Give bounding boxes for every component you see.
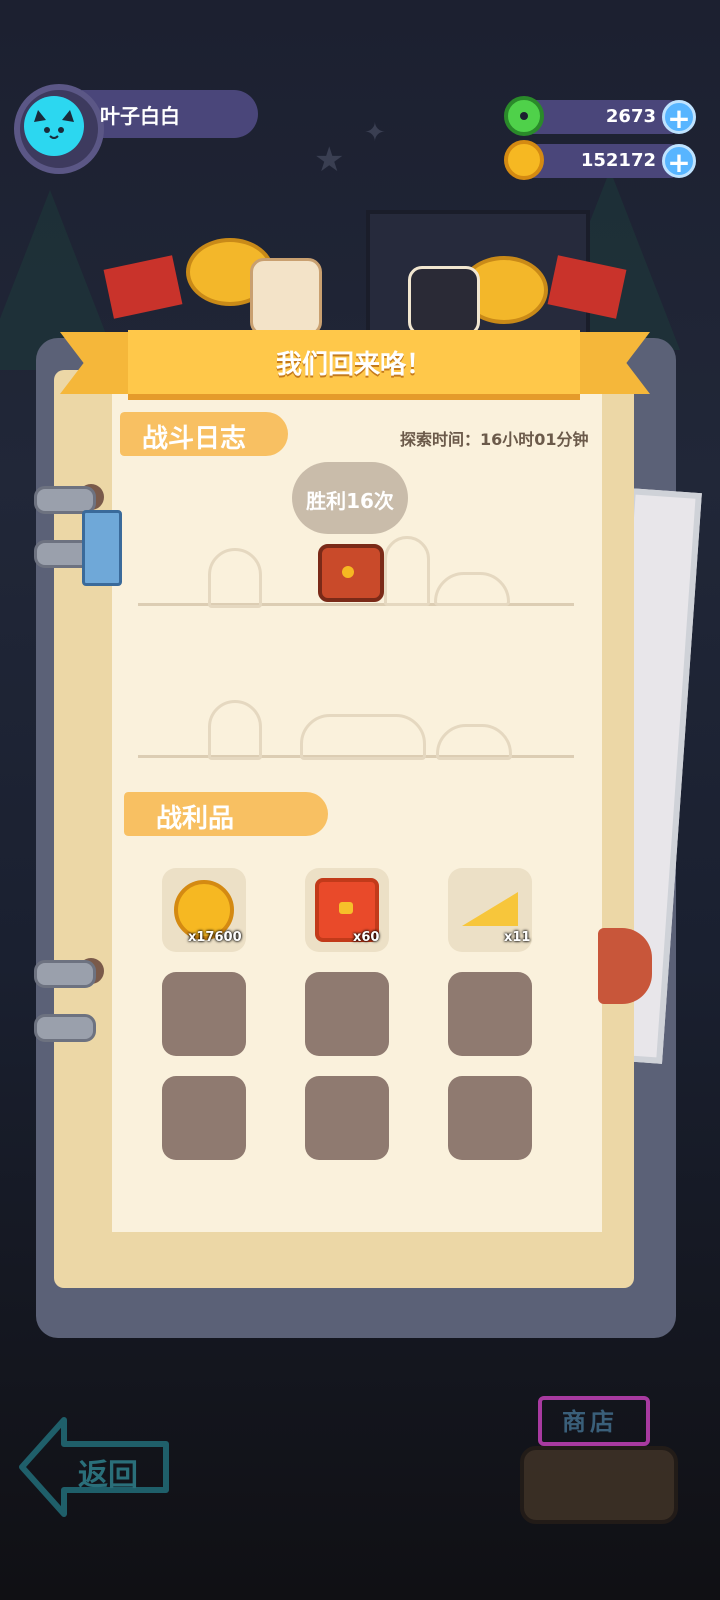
loot-slot[interactable]: x11 [448,868,532,952]
star-icon: ✦ [364,118,386,148]
empty-loot-slot [305,972,389,1056]
explore-time: 探索时间：16小时01分钟 [400,430,589,449]
cat-avatar-icon[interactable] [24,96,84,156]
loot-slot[interactable]: x17600 [162,868,246,952]
battle-log-label: 战斗日志 [142,424,247,454]
shop-cart-icon[interactable] [520,1446,678,1524]
binder-ring [34,1014,96,1042]
shop-label: 商店 [562,1408,618,1436]
donut-count: 2673 [605,106,656,127]
empty-loot-slot [162,972,246,1056]
star-icon: ★ [314,140,345,180]
loot-quantity: x11 [504,930,531,945]
cat-musician-icon [408,266,480,336]
back-label: 返回 [78,1458,138,1493]
empty-loot-slot [448,972,532,1056]
bush-doodle [208,548,262,608]
banner-title: 我们回来咯！ [275,350,432,380]
empty-loot-slot [162,1076,246,1160]
add-coin-button[interactable]: + [662,144,696,179]
bookmark-tab [598,928,652,1004]
victory-count: 胜利16次 [306,489,394,513]
bush-doodle [384,536,430,606]
bush-doodle [208,700,262,760]
cheese-icon [462,892,518,926]
loot-quantity: x17600 [188,930,242,945]
cat-musician-icon [250,258,322,336]
bush-doodle [300,714,426,760]
player-name: 叶子白白 [100,104,180,128]
paper-clip-icon [82,510,122,586]
coin-count: 152172 [580,150,656,171]
empty-loot-slot [305,1076,389,1160]
add-donut-button[interactable]: + [662,100,696,135]
binder-ring [34,960,96,988]
loot-slot[interactable]: x60 [305,868,389,952]
empty-loot-slot [448,1076,532,1160]
loot-quantity: x60 [353,930,380,945]
treasure-chest-icon [318,544,384,602]
loot-label: 战利品 [156,804,235,834]
